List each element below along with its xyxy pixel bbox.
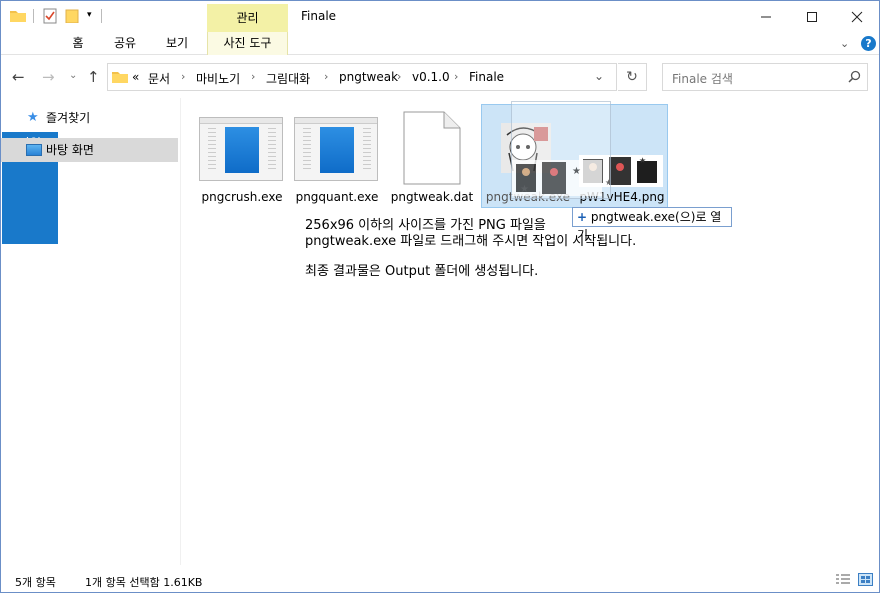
- up-arrow-icon[interactable]: ↑: [87, 68, 100, 86]
- ribbon-expand-icon[interactable]: ⌄: [840, 37, 849, 50]
- refresh-icon: ↻: [626, 69, 638, 85]
- folder-icon: [112, 70, 128, 83]
- nav-item-favorites[interactable]: ★ 즐겨찾기: [1, 106, 178, 130]
- breadcrumb-item[interactable]: 문서: [148, 70, 170, 87]
- exe-window-icon: [199, 117, 283, 181]
- chevron-right-icon[interactable]: ›: [324, 70, 328, 83]
- close-icon: [851, 11, 863, 22]
- details-view-icon[interactable]: [836, 574, 850, 589]
- back-arrow-icon[interactable]: ←: [12, 68, 25, 86]
- manage-context-label: 관리: [207, 4, 288, 32]
- search-input[interactable]: Finale 검색: [662, 63, 868, 91]
- drag-open-with-tooltip: + pngtweak.exe(으)로 열기: [572, 207, 732, 242]
- forward-arrow-icon[interactable]: →: [42, 68, 55, 86]
- breadcrumb-item[interactable]: 마비노기: [196, 70, 240, 87]
- chevron-right-icon[interactable]: ›: [454, 70, 458, 83]
- breadcrumb-item[interactable]: Finale: [469, 70, 504, 84]
- tab-share[interactable]: 공유: [107, 32, 143, 55]
- explorer-window: ▾ 관리 Finale 파일 홈 공유 보기 사진 도구 ⌄ ? ← → ⌄ ↑: [0, 0, 880, 593]
- search-placeholder: Finale 검색: [672, 72, 733, 86]
- close-button[interactable]: [834, 1, 880, 32]
- maximize-button[interactable]: [789, 1, 835, 32]
- exe-window-icon: [294, 117, 378, 181]
- tab-home[interactable]: 홈: [65, 32, 91, 55]
- chevron-right-icon[interactable]: ›: [251, 70, 255, 83]
- file-item[interactable]: pngcrush.exe: [195, 101, 289, 213]
- ribbon-tabs: 파일 홈 공유 보기 사진 도구 ⌄ ?: [1, 32, 879, 244]
- plus-icon: +: [577, 210, 588, 224]
- search-icon: [848, 70, 861, 86]
- tab-picture-tools[interactable]: 사진 도구: [207, 32, 288, 55]
- info-line: pngtweak.exe 파일로 드래그해 주시면 작업이 시작됩니다.: [305, 234, 637, 249]
- properties-icon[interactable]: [43, 8, 57, 24]
- folder-icon: [10, 9, 26, 22]
- selection-info: 1개 항목 선택함 1.61KB: [85, 576, 203, 589]
- new-folder-icon[interactable]: [65, 9, 79, 24]
- star-icon: ★: [27, 110, 39, 125]
- chevron-right-icon[interactable]: ›: [397, 70, 401, 83]
- breadcrumb-overflow[interactable]: «: [132, 70, 139, 84]
- item-count: 5개 항목: [15, 576, 56, 589]
- file-item[interactable]: pngtweak.dat: [385, 101, 479, 213]
- large-icons-view-icon[interactable]: [858, 573, 873, 589]
- recent-locations-icon[interactable]: ⌄: [69, 70, 77, 81]
- nav-item-label: 바탕 화면: [46, 143, 94, 157]
- breadcrumb-item[interactable]: v0.1.0: [412, 70, 450, 84]
- chevron-right-icon[interactable]: ›: [181, 70, 185, 83]
- desktop-icon: [26, 144, 42, 156]
- svg-text:★: ★: [639, 156, 646, 165]
- blank-file-icon: [403, 111, 461, 188]
- drag-ghost: ★ ★: [511, 101, 611, 199]
- help-button[interactable]: ?: [861, 36, 876, 51]
- customize-toolbar-icon[interactable]: ▾: [87, 10, 92, 20]
- window-title: Finale: [301, 9, 337, 23]
- svg-text:★: ★: [572, 166, 581, 177]
- info-line: 256x96 이하의 사이즈를 가진 PNG 파일을: [305, 218, 546, 233]
- address-dropdown-icon[interactable]: ⌄: [594, 69, 604, 83]
- address-bar[interactable]: « 문서 › 마비노기 › 그림대화 › pngtweak › v0.1.0 ›…: [107, 63, 617, 91]
- title-bar: ▾ 관리 Finale: [1, 1, 879, 32]
- refresh-button[interactable]: ↻: [618, 63, 647, 91]
- breadcrumb-item[interactable]: pngtweak: [339, 70, 398, 84]
- info-line: 최종 결과물은 Output 폴더에 생성됩니다.: [305, 264, 539, 279]
- nav-item-label: 즐겨찾기: [46, 111, 91, 125]
- breadcrumb-item[interactable]: 그림대화: [266, 70, 310, 87]
- svg-text:★: ★: [520, 184, 529, 195]
- file-item[interactable]: pngquant.exe: [290, 101, 384, 213]
- tab-view[interactable]: 보기: [159, 32, 195, 55]
- nav-item-desktop[interactable]: 바탕 화면: [1, 138, 178, 162]
- address-row: ← → ⌄ ↑ « 문서 › 마비노기 › 그림대화 › pngtweak › …: [1, 60, 879, 94]
- minimize-button[interactable]: [743, 1, 789, 32]
- status-bar: 5개 항목 1개 항목 선택함 1.61KB: [1, 571, 879, 592]
- navigation-pane: ★ 즐겨찾기 바탕 화면: [1, 98, 181, 565]
- maximize-icon: [807, 11, 817, 22]
- minimize-icon: [761, 16, 771, 17]
